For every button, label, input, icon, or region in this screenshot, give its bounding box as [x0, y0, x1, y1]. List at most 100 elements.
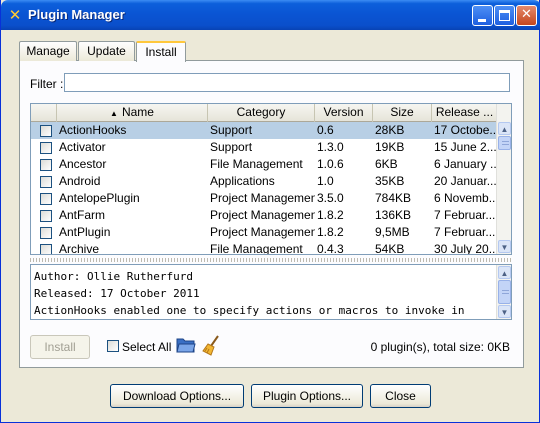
row-checkbox[interactable]	[40, 193, 52, 205]
tab-manage[interactable]: Manage	[19, 41, 77, 61]
scroll-up-icon[interactable]: ▲	[498, 122, 511, 135]
grip-line	[502, 144, 509, 145]
cell-version: 1.0	[317, 174, 334, 188]
grip-line	[502, 293, 509, 294]
cell-size: 784KB	[375, 191, 412, 205]
cell-release: 15 June 2...	[434, 140, 497, 154]
maximize-button[interactable]	[494, 5, 515, 26]
scroll-down-icon[interactable]: ▼	[498, 305, 511, 318]
cell-size: 28KB	[375, 123, 405, 137]
cell-category: Applications	[210, 174, 275, 188]
column-header-category[interactable]: Category	[208, 104, 315, 122]
install-button[interactable]: Install	[30, 335, 90, 359]
cell-name: Ancestor	[59, 157, 107, 171]
tab-install[interactable]: Install	[136, 41, 186, 62]
cell-version: 1.8.2	[317, 208, 344, 222]
minimize-icon	[478, 19, 486, 22]
sort-ascending-icon: ▲	[110, 109, 118, 118]
filter-input[interactable]	[64, 73, 510, 92]
cell-category: Project Management	[210, 191, 315, 205]
cell-name: AntFarm	[59, 208, 106, 222]
column-header-name[interactable]: ▲ Name	[57, 104, 208, 122]
cell-version: 0.4.3	[317, 242, 344, 255]
table-row[interactable]: ActionHooks Support 0.6 28KB 17 Octobe..…	[31, 122, 497, 139]
table-row[interactable]: Ancestor File Management 1.0.6 6KB 6 Jan…	[31, 156, 497, 173]
table-header: ▲ Name Category Version Size Release ...	[31, 104, 497, 122]
scroll-down-icon[interactable]: ▼	[498, 240, 511, 253]
cell-release: 30 July 20...	[434, 242, 497, 255]
plugin-table: ▲ Name Category Version Size Release ... …	[30, 103, 512, 255]
scroll-thumb[interactable]	[498, 280, 511, 304]
table-row[interactable]: Activator Support 1.3.0 19KB 15 June 2..…	[31, 139, 497, 156]
cell-name: AntelopePlugin	[59, 191, 140, 205]
split-pane-divider[interactable]	[30, 258, 512, 262]
table-row[interactable]: AntelopePlugin Project Management 3.5.0 …	[31, 190, 497, 207]
column-header-release[interactable]: Release ...	[432, 104, 497, 122]
cell-size: 19KB	[375, 140, 405, 154]
cell-category: Project Management	[210, 225, 315, 239]
grip-line	[502, 290, 509, 291]
cell-version: 0.6	[317, 123, 334, 137]
open-folder-icon[interactable]	[176, 336, 196, 354]
cell-category: Project Management	[210, 208, 315, 222]
cell-name: Activator	[59, 140, 106, 154]
cell-version: 3.5.0	[317, 191, 344, 205]
minimize-button[interactable]	[472, 5, 493, 26]
column-header-install[interactable]	[31, 104, 57, 122]
table-scrollbar[interactable]: ▲ ▼	[496, 104, 511, 254]
description-scrollbar[interactable]: ▲ ▼	[496, 265, 511, 319]
grip-line	[502, 141, 509, 142]
tab-update[interactable]: Update	[78, 41, 135, 61]
column-header-version[interactable]: Version	[315, 104, 373, 122]
table-row[interactable]: Archive File Management 0.4.3 54KB 30 Ju…	[31, 241, 497, 255]
cell-category: Support	[210, 123, 253, 137]
column-header-name-label: Name	[121, 105, 154, 119]
row-checkbox[interactable]	[40, 142, 52, 154]
plugin-options-button[interactable]: Plugin Options...	[251, 384, 363, 408]
cell-size: 136KB	[375, 208, 412, 222]
cell-release: 7 Februar...	[434, 208, 496, 222]
table-row[interactable]: AntFarm Project Management 1.8.2 136KB 7…	[31, 207, 497, 224]
maximize-icon	[499, 10, 510, 21]
scroll-up-icon[interactable]: ▲	[498, 266, 511, 279]
cell-name: Archive	[59, 242, 100, 255]
row-checkbox[interactable]	[40, 244, 52, 254]
description-released: Released: 17 October 2011	[34, 287, 200, 300]
cell-size: 54KB	[375, 242, 405, 255]
selection-status: 0 plugin(s), total size: 0KB	[370, 340, 510, 354]
table-body: ActionHooks Support 0.6 28KB 17 Octobe..…	[31, 122, 497, 255]
cell-size: 35KB	[375, 174, 405, 188]
table-row[interactable]: Android Applications 1.0 35KB 20 Januar.…	[31, 173, 497, 190]
select-all-label[interactable]: Select All	[122, 340, 171, 354]
row-checkbox[interactable]	[40, 125, 52, 137]
cell-version: 1.8.2	[317, 225, 344, 239]
cell-name: ActionHooks	[59, 123, 127, 137]
row-checkbox[interactable]	[40, 210, 52, 222]
cell-release: 20 Januar...	[434, 174, 497, 188]
title-bar[interactable]: ✕ Plugin Manager ✕	[1, 0, 540, 30]
plugin-manager-window: ✕ Plugin Manager ✕ Manage Update Install…	[0, 0, 540, 423]
scroll-thumb[interactable]	[498, 136, 511, 150]
download-options-button[interactable]: Download Options...	[110, 384, 244, 408]
column-header-size[interactable]: Size	[373, 104, 432, 122]
cell-version: 1.0.6	[317, 157, 344, 171]
row-checkbox[interactable]	[40, 227, 52, 239]
filter-label: Filter :	[30, 77, 64, 91]
cell-version: 1.3.0	[317, 140, 344, 154]
close-button[interactable]: Close	[370, 384, 431, 408]
table-row[interactable]: AntPlugin Project Management 1.8.2 9,5MB…	[31, 224, 497, 241]
description-text: ActionHooks enabled one to specify actio…	[34, 304, 465, 317]
close-window-button[interactable]: ✕	[516, 5, 537, 26]
row-checkbox[interactable]	[40, 159, 52, 171]
cell-release: 6 January ...	[434, 157, 497, 171]
select-all-checkbox[interactable]	[107, 340, 119, 352]
cell-category: File Management	[210, 242, 303, 255]
cell-name: Android	[59, 174, 101, 188]
cell-release: 7 Februar...	[434, 225, 496, 239]
close-icon: ✕	[521, 7, 532, 22]
cell-category: Support	[210, 140, 253, 154]
window-title: Plugin Manager	[28, 7, 125, 22]
broom-icon[interactable]	[202, 334, 222, 356]
jedit-logo-icon: ✕	[8, 6, 22, 24]
row-checkbox[interactable]	[40, 176, 52, 188]
